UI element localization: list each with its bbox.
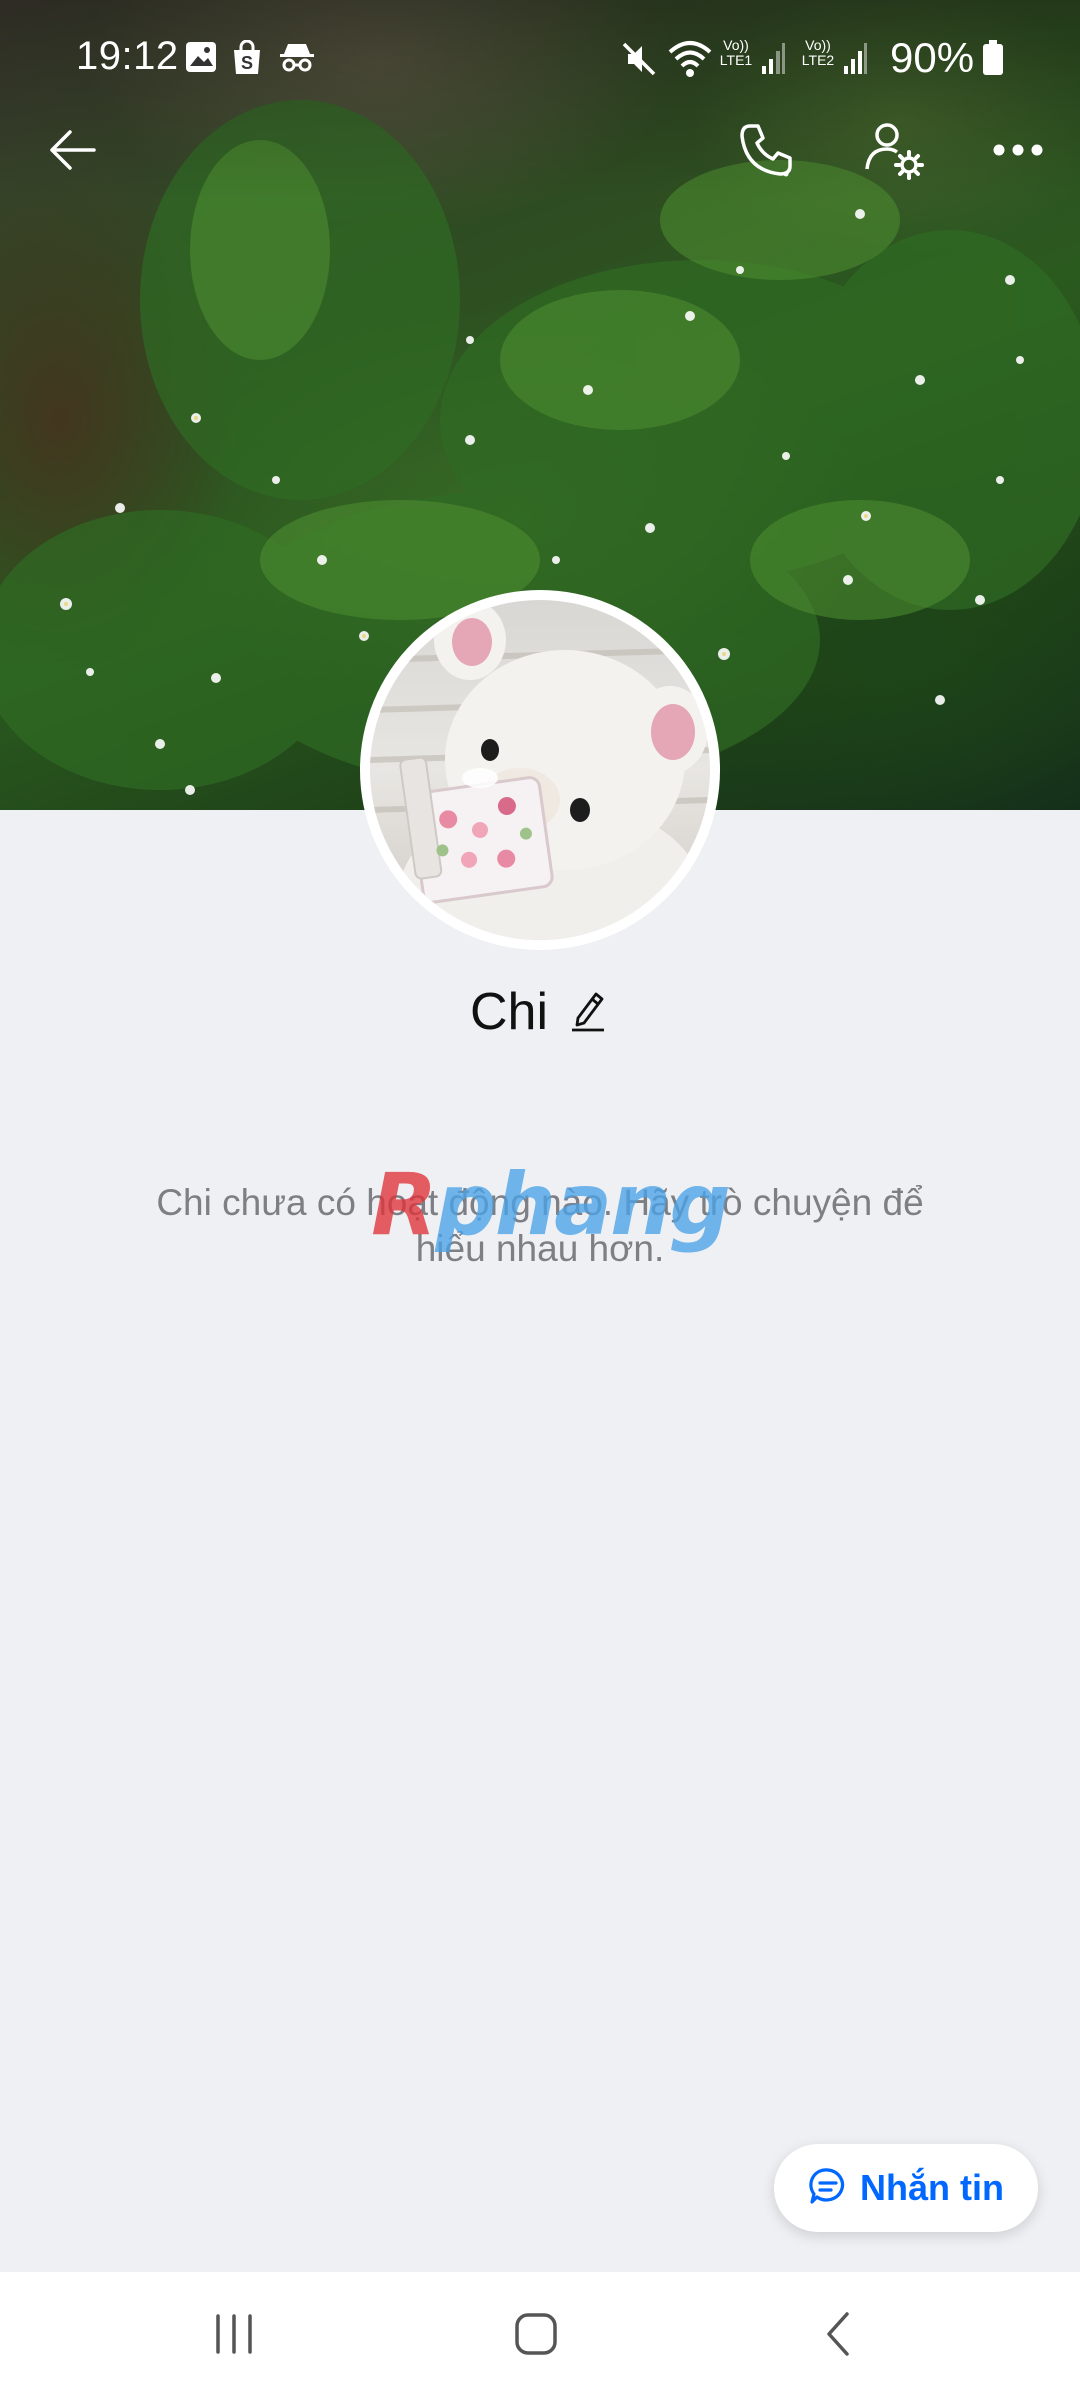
watermark-first-letter: R xyxy=(371,1155,437,1255)
shop-icon: S xyxy=(230,39,264,81)
send-message-button[interactable]: Nhắn tin xyxy=(774,2144,1038,2232)
recent-apps-icon xyxy=(212,2313,256,2359)
signal-icon xyxy=(760,40,786,81)
more-options-button[interactable] xyxy=(976,110,1060,194)
status-bar: 19:12 S Vo)) LTE1 Vo)) LTE2 90% xyxy=(0,0,1080,120)
sim2-label: LTE2 xyxy=(801,52,835,68)
sim1-indicator: Vo)) LTE1 xyxy=(714,38,758,68)
home-button[interactable] xyxy=(476,2296,596,2376)
svg-text:S: S xyxy=(241,53,253,73)
pencil-icon xyxy=(570,988,606,1037)
image-icon xyxy=(184,40,218,79)
send-message-label: Nhắn tin xyxy=(860,2167,1004,2208)
back-arrow-icon xyxy=(46,128,98,177)
sim2-indicator: Vo)) LTE2 xyxy=(796,38,840,68)
plush-bear-illustration xyxy=(370,600,710,940)
signal-icon-2 xyxy=(842,40,868,81)
name-row: Chi xyxy=(0,982,1080,1042)
edit-name-button[interactable] xyxy=(570,988,610,1036)
battery-percent: 90% xyxy=(890,34,975,81)
mute-icon xyxy=(620,40,658,83)
phone-icon xyxy=(736,120,796,185)
status-time: 19:12 xyxy=(76,34,179,78)
chat-bubble-icon xyxy=(808,2166,848,2211)
incognito-icon xyxy=(278,40,316,79)
watermark-rest: phang xyxy=(435,1155,731,1255)
profile-settings-button[interactable] xyxy=(852,110,936,194)
battery-icon xyxy=(982,40,1004,81)
wifi-icon xyxy=(668,40,712,83)
nav-back-button[interactable] xyxy=(778,2296,898,2376)
sim1-label: LTE1 xyxy=(719,52,753,68)
volte-label-2: Vo)) xyxy=(805,37,831,53)
avatar-image xyxy=(370,600,710,940)
profile-name: Chi xyxy=(469,983,549,1041)
more-icon xyxy=(993,143,1043,162)
back-button[interactable] xyxy=(30,110,114,194)
system-nav-bar xyxy=(0,2272,1080,2400)
nav-back-icon xyxy=(823,2310,853,2363)
volte-label: Vo)) xyxy=(723,37,749,53)
recent-apps-button[interactable] xyxy=(174,2296,294,2376)
watermark-logo: Rphang xyxy=(371,1150,731,1260)
home-icon xyxy=(514,2312,558,2361)
user-settings-icon xyxy=(863,119,925,186)
call-button[interactable] xyxy=(724,110,808,194)
profile-avatar[interactable] xyxy=(360,590,720,950)
